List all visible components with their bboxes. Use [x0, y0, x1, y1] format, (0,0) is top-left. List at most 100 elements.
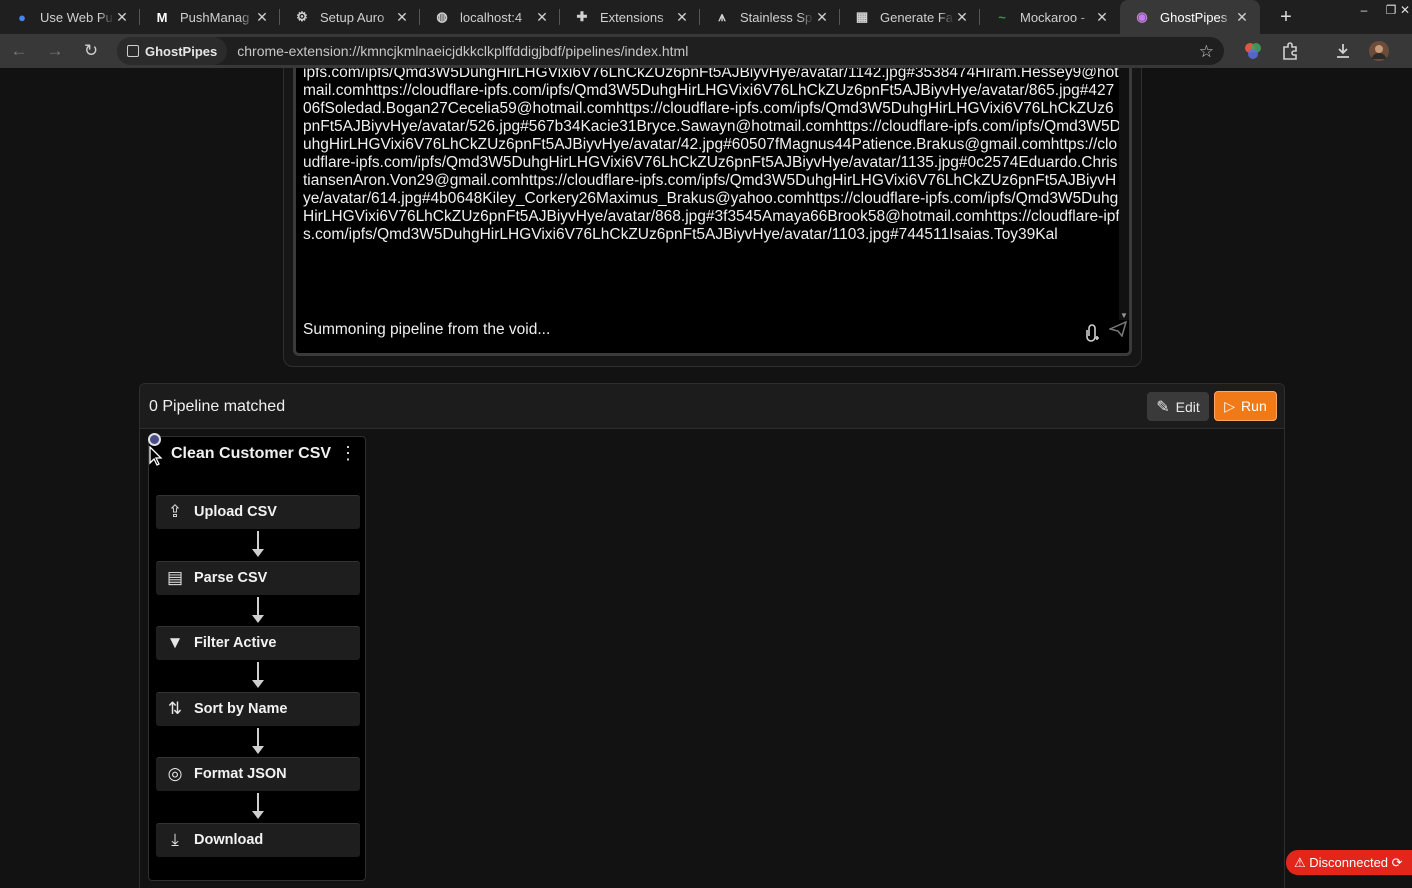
- play-icon: ▷: [1224, 397, 1236, 414]
- browser-tab-strip: ● Use Web Pu ✕ M PushManag ✕ ⚙ Setup Auro ✕ ◍ loca…: [0, 0, 1412, 34]
- close-tab-icon[interactable]: ✕: [534, 9, 550, 26]
- extension-chip[interactable]: GhostPipes: [117, 37, 228, 65]
- browser-tab[interactable]: ◍ localhost:4 ✕: [420, 0, 560, 34]
- pipeline-results-panel: 0 Pipeline matched ✎ Edit ▷ Run Clean Cu…: [139, 383, 1285, 888]
- close-tab-icon[interactable]: ✕: [814, 9, 830, 26]
- connection-status-text: ⚠ Disconnected ⟳: [1294, 854, 1403, 870]
- mdn-icon: M: [156, 9, 168, 25]
- ghostpipes-icon: ◉: [1136, 9, 1148, 24]
- pipeline-step[interactable]: ◎ Format JSON: [156, 757, 360, 792]
- forward-button[interactable]: →: [42, 38, 68, 64]
- scroll-down-icon[interactable]: ▼: [1120, 311, 1128, 320]
- reload-icon: ↻: [83, 41, 99, 60]
- address-bar[interactable]: GhostPipes chrome-extension://kmncjkmlna…: [117, 37, 1224, 65]
- sort-icon: ⇅: [167, 698, 183, 718]
- pipeline-step-label: Download: [194, 832, 264, 848]
- tab-title: Use Web Pu: [40, 9, 113, 25]
- browser-tab[interactable]: ▦ Generate Fa ✕: [840, 0, 980, 34]
- tab-title: localhost:4: [460, 9, 523, 25]
- download-icon: ⤓: [171, 830, 179, 849]
- pipeline-select-radio[interactable]: [148, 433, 161, 446]
- parse-file-icon: ▤: [166, 567, 184, 587]
- tab-title: Stainless Sp: [740, 9, 813, 25]
- tab-title: PushManag: [180, 9, 250, 25]
- browser-tab[interactable]: ⩚ Stainless Sp ✕: [700, 0, 840, 34]
- extension-color-icon[interactable]: [1243, 41, 1263, 61]
- mouse-cursor-icon: [149, 445, 163, 471]
- upload-icon: ⇪: [167, 502, 183, 521]
- prompt-card: ipfs.com/ipfs/Qmd3W5DuhgHirLHGVixi6V76Lh…: [283, 68, 1142, 367]
- step-connector-arrow: [252, 662, 264, 690]
- profile-avatar[interactable]: [1369, 41, 1389, 61]
- downloads-icon[interactable]: [1333, 41, 1353, 61]
- tab-title: Setup Auro: [320, 9, 385, 25]
- arrow-left-icon: ←: [10, 41, 28, 60]
- pipeline-step-label: Sort by Name: [194, 700, 288, 717]
- extensions-puzzle-icon[interactable]: [1280, 41, 1300, 61]
- tab-title: GhostPipes: [1160, 9, 1228, 25]
- arrow-right-icon: →: [46, 41, 64, 60]
- pipeline-step-label: Parse CSV: [194, 569, 268, 586]
- table-icon: ▦: [855, 9, 869, 24]
- close-tab-icon[interactable]: ✕: [1094, 9, 1110, 26]
- reload-button[interactable]: ↻: [78, 38, 104, 64]
- browser-tab[interactable]: ⚙ Setup Auro ✕: [280, 0, 420, 34]
- browser-tab[interactable]: ~ Mockaroo - ✕: [980, 0, 1120, 34]
- results-header: 0 Pipeline matched ✎ Edit ▷ Run: [140, 384, 1284, 429]
- close-window-button[interactable]: ✕: [1398, 0, 1412, 20]
- page-content: ipfs.com/ipfs/Qmd3W5DuhgHirLHGVixi6V76Lh…: [0, 68, 1412, 888]
- close-tab-icon[interactable]: ✕: [394, 9, 410, 26]
- browser-tab[interactable]: ● Use Web Pu ✕: [0, 0, 140, 34]
- step-connector-arrow: [252, 727, 264, 756]
- pencil-icon: ✎: [1156, 398, 1170, 416]
- browser-tab[interactable]: ◉ GhostPipes ✕: [1120, 0, 1260, 34]
- prompt-status: Summoning pipeline from the void...: [303, 321, 551, 338]
- close-tab-icon[interactable]: ✕: [954, 9, 970, 26]
- browser-tab[interactable]: M PushManag ✕: [140, 0, 280, 34]
- extension-chip-label: GhostPipes: [145, 43, 218, 59]
- close-tab-icon[interactable]: ✕: [254, 9, 270, 26]
- browser-toolbar: ← → ↻ GhostPipes chrome-extension://kmnc…: [0, 34, 1412, 68]
- pipeline-step[interactable]: ▤ Parse CSV: [156, 560, 360, 595]
- pipeline-title[interactable]: Clean Customer CSV: [171, 445, 331, 463]
- prompt-text[interactable]: ipfs.com/ipfs/Qmd3W5DuhgHirLHGVixi6V76Lh…: [303, 68, 1121, 244]
- pipeline-step-label: Filter Active: [194, 635, 277, 652]
- new-tab-button[interactable]: +: [1276, 0, 1296, 34]
- close-tab-icon[interactable]: ✕: [1234, 9, 1250, 26]
- send-icon[interactable]: [1107, 320, 1128, 342]
- run-button-label: Run: [1241, 398, 1267, 414]
- attach-file-icon[interactable]: [1085, 324, 1099, 347]
- chrome-icon: ●: [18, 9, 26, 25]
- close-tab-icon[interactable]: ✕: [674, 9, 690, 26]
- stainless-icon: ⩚: [718, 9, 726, 24]
- step-connector-arrow: [252, 596, 264, 625]
- step-connector-arrow: [252, 793, 264, 821]
- edit-button[interactable]: ✎ Edit: [1147, 392, 1209, 421]
- pipeline-card[interactable]: Clean Customer CSV ⋮ ⇪ Upload CSV ▤ Parse C…: [148, 433, 366, 881]
- tab-title: Generate Fa: [880, 9, 953, 25]
- pipeline-menu-icon[interactable]: ⋮: [339, 443, 357, 464]
- tab-title: Extensions: [600, 9, 664, 25]
- pipeline-step[interactable]: ⇪ Upload CSV: [156, 495, 360, 529]
- close-tab-icon[interactable]: ✕: [114, 9, 130, 26]
- step-connector-arrow: [252, 531, 264, 559]
- filter-icon: ▼: [166, 633, 184, 653]
- pipeline-step-label: Upload CSV: [194, 504, 277, 520]
- match-count: 0 Pipeline matched: [149, 398, 286, 415]
- prompt-textarea[interactable]: ipfs.com/ipfs/Qmd3W5DuhgHirLHGVixi6V76Lh…: [293, 68, 1132, 356]
- puzzle-icon: ✚: [576, 9, 588, 24]
- globe-icon: ◍: [436, 9, 448, 24]
- pipeline-step[interactable]: ⇅ Sort by Name: [156, 691, 360, 726]
- pipeline-step[interactable]: ▼ Filter Active: [156, 626, 360, 661]
- run-button[interactable]: ▷ Run: [1214, 391, 1277, 421]
- bookmark-star-icon[interactable]: ☆: [1199, 42, 1214, 62]
- browser-tab[interactable]: ✚ Extensions ✕: [560, 0, 700, 34]
- connection-status-badge[interactable]: ⚠ Disconnected ⟳: [1286, 850, 1412, 875]
- pipeline-step[interactable]: ⤓ Download: [156, 823, 360, 857]
- prompt-scrollbar[interactable]: ▼: [1119, 68, 1129, 320]
- gear-icon: ⚙: [296, 9, 308, 24]
- minimize-button[interactable]: –: [1352, 0, 1376, 20]
- url-text[interactable]: chrome-extension://kmncjkmlnaeicjdkkclkp…: [237, 43, 688, 59]
- back-button[interactable]: ←: [6, 38, 32, 64]
- tab-title: Mockaroo -: [1020, 9, 1086, 25]
